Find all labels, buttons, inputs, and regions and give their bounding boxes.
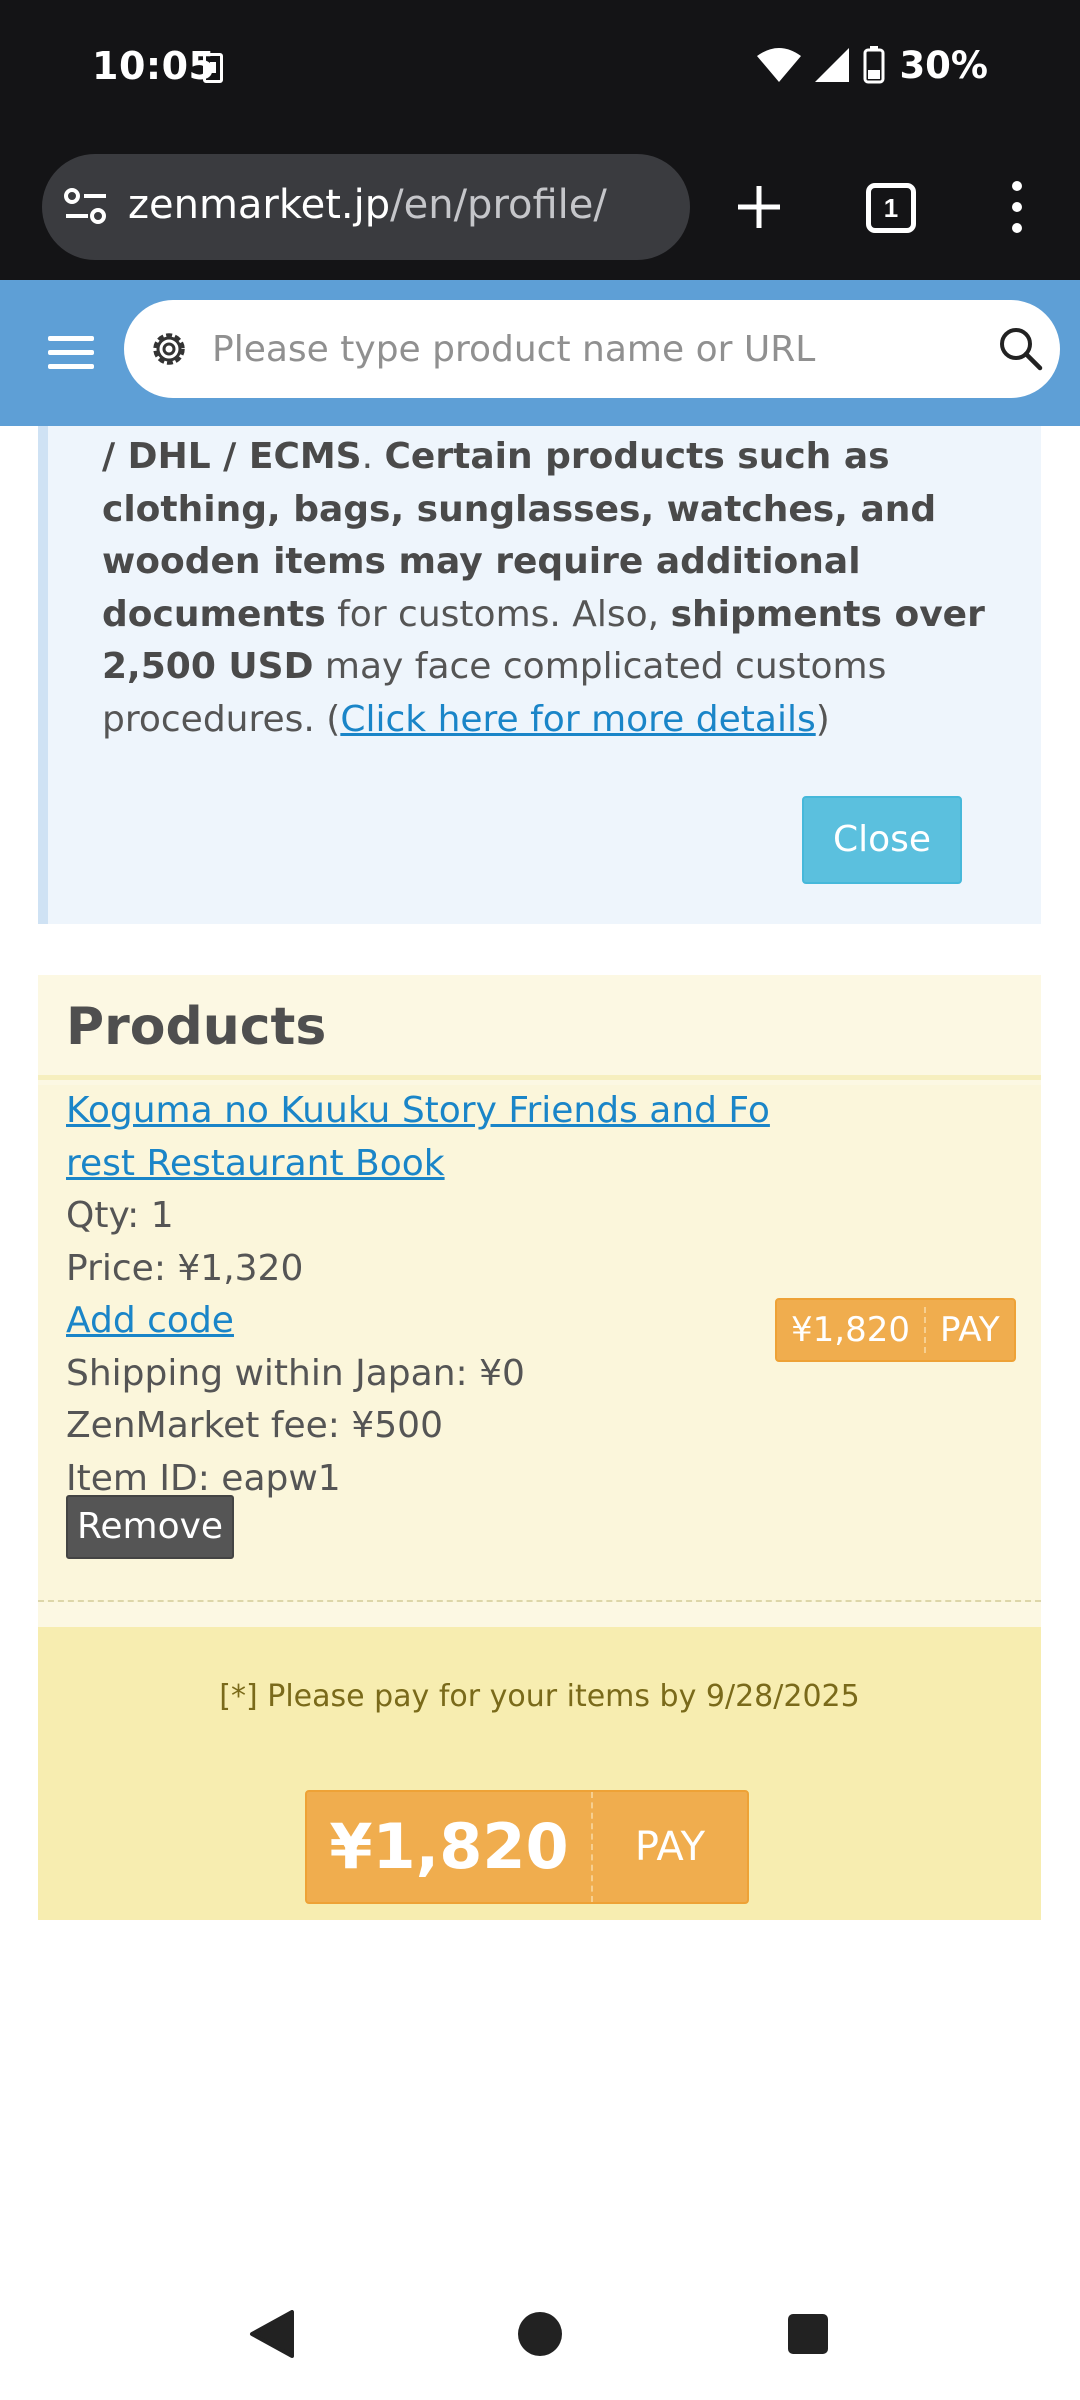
search-bar (124, 300, 1060, 398)
notice-text-2: for customs. Also, (325, 593, 671, 635)
wifi-icon (757, 48, 802, 82)
status-bar: 10:05 30% (0, 0, 1080, 134)
signal-icon (815, 48, 850, 82)
products-panel: Products Koguma no Kuuku Story Friends a… (38, 975, 1041, 1920)
close-button[interactable]: Close (802, 796, 962, 884)
add-code-link[interactable]: Add code (66, 1295, 770, 1348)
payment-due-note: [*] Please pay for your items by 9/28/20… (219, 1679, 860, 1714)
search-input[interactable] (212, 300, 972, 398)
back-icon[interactable] (248, 2310, 294, 2358)
item-shipping: Shipping within Japan: ¥0 (66, 1352, 525, 1394)
system-nav-bar (0, 2280, 1080, 2400)
item-price: Price: ¥1,320 (66, 1247, 304, 1289)
notice-text-4: ) (815, 698, 830, 740)
menu-icon[interactable] (44, 326, 98, 378)
sim-card-icon (203, 53, 223, 83)
item-details: Koguma no Kuuku Story Friends and Fo res… (66, 1085, 770, 1505)
item-pay-button[interactable]: ¥1,820 PAY (775, 1298, 1016, 1362)
product-item: Koguma no Kuuku Story Friends and Fo res… (38, 1085, 1041, 1602)
gear-icon[interactable] (146, 326, 192, 372)
notice-text: / DHL / ECMS. Certain products such as c… (102, 431, 1002, 746)
site-info-icon[interactable] (64, 186, 108, 226)
notice-bold-shipping: / DHL / ECMS (102, 436, 362, 477)
item-pay-label: PAY (939, 1310, 1000, 1350)
total-pay-label: PAY (634, 1824, 706, 1870)
notice-text-1: . (361, 436, 385, 477)
home-icon[interactable] (518, 2312, 562, 2356)
product-name-line-2: rest Restaurant Book (66, 1142, 445, 1184)
recent-apps-icon[interactable] (788, 2314, 828, 2354)
search-icon[interactable] (996, 324, 1044, 372)
product-name-line-1: Koguma no Kuuku Story Friends and Fo (66, 1090, 770, 1131)
item-fee: ZenMarket fee: ¥500 (66, 1405, 443, 1446)
status-icons: 30% (757, 42, 988, 88)
item-pay-amount: ¥1,820 (777, 1307, 926, 1353)
site-header (0, 280, 1080, 426)
url-text[interactable]: zenmarket.jp/en/profile/ (128, 182, 607, 228)
more-details-link[interactable]: Click here for more details (340, 699, 815, 740)
new-tab-icon[interactable] (726, 174, 792, 240)
battery-icon (863, 46, 885, 84)
url-domain: zenmarket.jp (128, 182, 391, 228)
remove-button[interactable]: Remove (66, 1495, 234, 1559)
browser-toolbar: zenmarket.jp/en/profile/ 1 (0, 134, 1080, 280)
battery-percent: 30% (899, 43, 988, 87)
more-menu-icon[interactable] (1000, 174, 1034, 240)
customs-notice: / DHL / ECMS. Certain products such as c… (38, 426, 1041, 924)
products-header: Products (38, 975, 1041, 1080)
item-qty: Qty: 1 (66, 1195, 174, 1236)
total-pay-button[interactable]: ¥1,820 PAY (305, 1790, 749, 1904)
product-name-link[interactable]: Koguma no Kuuku Story Friends and Fo res… (66, 1085, 770, 1190)
url-path: /en/profile/ (390, 182, 607, 228)
products-title: Products (66, 997, 327, 1057)
tab-switcher-button[interactable]: 1 (866, 183, 916, 233)
total-pay-amount: ¥1,820 (307, 1792, 593, 1902)
status-time: 10:05 (92, 44, 216, 88)
address-bar[interactable]: zenmarket.jp/en/profile/ (42, 154, 690, 260)
payment-summary: [*] Please pay for your items by 9/28/20… (38, 1627, 1041, 1920)
